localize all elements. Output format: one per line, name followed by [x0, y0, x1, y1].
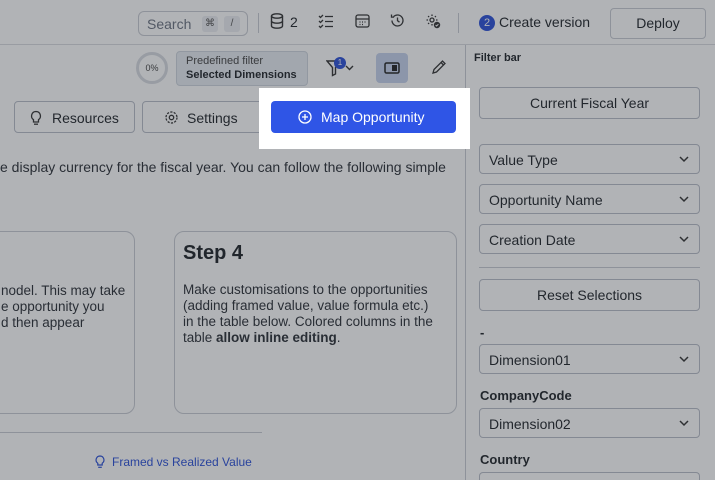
step-4-card: Step 4 Make customisations to the opport…	[174, 231, 457, 414]
calendar-icon[interactable]	[355, 13, 373, 31]
settings-button[interactable]: Settings	[142, 101, 263, 133]
database-count: 2	[290, 14, 298, 30]
predefined-filter-label: Predefined filter	[186, 55, 264, 67]
lightbulb-icon	[30, 110, 42, 125]
predefined-filter-value: Selected Dimensions	[186, 69, 297, 81]
framed-vs-realized-label: Framed vs Realized Value	[112, 455, 252, 469]
chevron-down-icon	[679, 420, 689, 427]
value-type-value: Value Type	[489, 152, 558, 168]
create-version-button[interactable]: Create version	[499, 14, 590, 30]
filter-count-badge: 1	[334, 57, 346, 69]
dimension02-value: Dimension02	[489, 416, 571, 432]
version-badge: 2	[479, 15, 495, 31]
dimension01-select[interactable]: Dimension01	[479, 344, 700, 374]
chevron-down-icon	[679, 196, 689, 203]
dimension02-select[interactable]: Dimension02	[479, 408, 700, 438]
divider	[458, 13, 459, 33]
country-label: Country	[480, 452, 530, 467]
opportunity-name-select[interactable]: Opportunity Name	[479, 184, 700, 214]
divider	[0, 432, 262, 433]
creation-date-value: Creation Date	[489, 232, 576, 248]
step-card-text: nodel. This may take e opportunity you d…	[1, 283, 126, 330]
resources-button[interactable]: Resources	[14, 101, 135, 133]
search-placeholder: Search	[147, 16, 192, 32]
progress-indicator: 0%	[136, 52, 168, 84]
kbd-cmd: ⌘	[202, 16, 218, 32]
kbd-slash: /	[224, 16, 240, 32]
deploy-button[interactable]: Deploy	[610, 8, 706, 39]
chevron-down-icon	[679, 236, 689, 243]
creation-date-select[interactable]: Creation Date	[479, 224, 700, 254]
divider	[258, 13, 259, 33]
checklist-icon[interactable]	[318, 13, 336, 31]
opportunity-name-value: Opportunity Name	[489, 192, 603, 208]
value-type-select[interactable]: Value Type	[479, 144, 700, 174]
country-select[interactable]	[479, 472, 700, 480]
history-icon[interactable]	[390, 13, 408, 31]
description-text: e display currency for the fiscal year. …	[0, 159, 446, 175]
predefined-filter[interactable]: Predefined filter Selected Dimensions	[176, 51, 308, 86]
settings-check-icon[interactable]	[425, 13, 443, 31]
step-4-title: Step 4	[183, 242, 244, 264]
search-input[interactable]: Search ⌘ /	[138, 11, 248, 36]
settings-label: Settings	[187, 110, 238, 126]
chevron-down-icon	[679, 356, 689, 363]
map-opportunity-label: Map Opportunity	[321, 109, 425, 125]
edit-pencil-icon[interactable]	[431, 59, 449, 77]
reset-selections-button[interactable]: Reset Selections	[479, 279, 700, 311]
company-code-label: CompanyCode	[480, 388, 572, 403]
step-4-text: Make customisations to the opportunities…	[183, 282, 433, 345]
chevron-down-icon	[679, 156, 689, 163]
toggle-filter-panel-button[interactable]	[376, 53, 408, 83]
dimension-label: -	[480, 325, 485, 340]
step-card: nodel. This may take e opportunity you d…	[0, 231, 135, 414]
plus-circle-icon	[298, 110, 312, 124]
lightbulb-icon	[95, 455, 105, 468]
map-opportunity-button[interactable]: Map Opportunity	[271, 101, 456, 133]
filter-panel-title: Filter bar	[474, 52, 522, 64]
gear-icon	[165, 111, 178, 124]
dimension01-value: Dimension01	[489, 352, 571, 368]
top-bar: Search ⌘ / 2 2 Create version Deploy	[0, 0, 715, 45]
database-icon[interactable]	[270, 13, 288, 31]
current-fiscal-year-button[interactable]: Current Fiscal Year	[479, 87, 700, 119]
resources-label: Resources	[52, 110, 119, 126]
divider	[479, 267, 700, 268]
